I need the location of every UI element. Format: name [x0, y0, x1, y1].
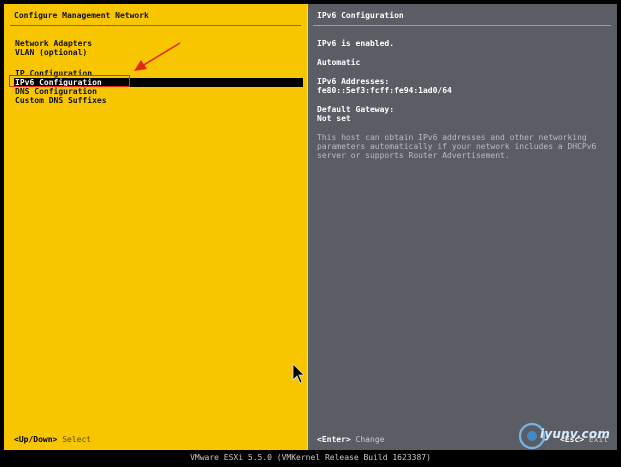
default-gateway-label: Default Gateway:: [317, 105, 395, 114]
help-text-line: This host can obtain IPv6 addresses and …: [317, 133, 587, 142]
right-pane-title: IPv6 Configuration: [317, 11, 404, 20]
ipv6-mode-text: Automatic: [317, 58, 361, 67]
ipv6-addresses-label: IPv6 Addresses:: [317, 77, 390, 86]
left-title-rule: [10, 25, 301, 26]
status-bar: VMware ESXi 5.5.0 (VMKernel Release Buil…: [190, 453, 431, 462]
change-action-hint: Change: [355, 435, 385, 444]
menu-item-ipv6-configuration[interactable]: IPv6 Configuration: [14, 78, 303, 87]
right-title-rule: [313, 25, 611, 26]
enter-key-hint: <Enter>: [317, 435, 351, 444]
right-pane: IPv6 Configuration IPv6 is enabled. Auto…: [307, 4, 617, 450]
default-gateway-value: Not set: [317, 114, 351, 123]
menu-item-custom-dns-suffixes[interactable]: Custom DNS Suffixes: [14, 96, 303, 105]
menu-item-dns-configuration[interactable]: DNS Configuration: [14, 87, 303, 96]
dcui-screen: Configure Management Network Network Ada…: [0, 0, 621, 467]
pane-divider: [307, 4, 308, 450]
up-down-key-hint: <Up/Down>: [14, 435, 58, 444]
help-text-line: server or supports Router Advertisement.: [317, 151, 510, 160]
red-arrow-icon: [134, 42, 181, 71]
select-action-hint: Select: [62, 435, 92, 444]
mouse-pointer-icon: [292, 363, 305, 384]
watermark-text: iyunv.com: [540, 427, 611, 441]
left-pane-title: Configure Management Network: [14, 11, 149, 20]
ipv6-info-panel: IPv6 is enabled. Automatic IPv6 Addresse…: [317, 39, 609, 160]
ipv6-addresses-value: fe80::5ef3:fcff:fe94:1ad0/64: [317, 86, 452, 95]
watermark: iyunv.com: [516, 418, 616, 452]
help-text-line: parameters automatically if your network…: [317, 142, 597, 151]
ipv6-status-text: IPv6 is enabled.: [317, 39, 395, 48]
left-footer: <Up/Down> Select: [14, 435, 91, 444]
enter-footer: <Enter> Change: [317, 435, 384, 444]
